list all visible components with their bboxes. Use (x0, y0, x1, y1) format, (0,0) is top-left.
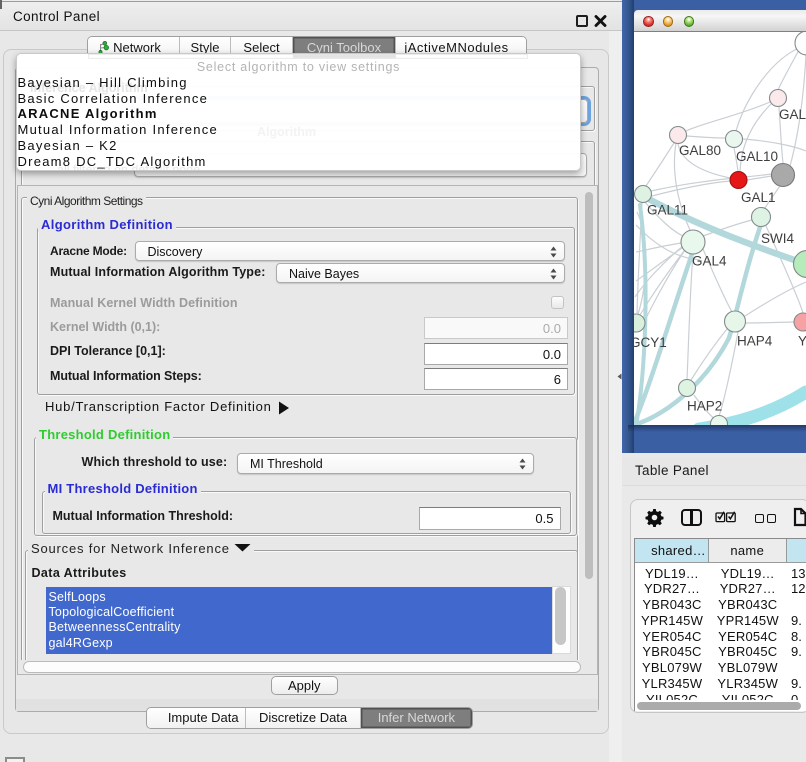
svg-text:GAL11: GAL11 (647, 203, 688, 218)
svg-text:GAL10: GAL10 (736, 149, 778, 164)
svg-text:GCY1: GCY1 (634, 335, 667, 350)
svg-text:GAL4: GAL4 (692, 254, 727, 269)
svg-text:GAL: GAL (779, 107, 806, 122)
svg-text:HAP4: HAP4 (737, 334, 773, 349)
svg-text:GAL80: GAL80 (679, 143, 721, 158)
svg-text:Y: Y (798, 334, 806, 349)
svg-text:SWI4: SWI4 (761, 231, 794, 246)
svg-text:GAL1: GAL1 (741, 190, 776, 205)
svg-text:HAP2: HAP2 (687, 399, 722, 414)
